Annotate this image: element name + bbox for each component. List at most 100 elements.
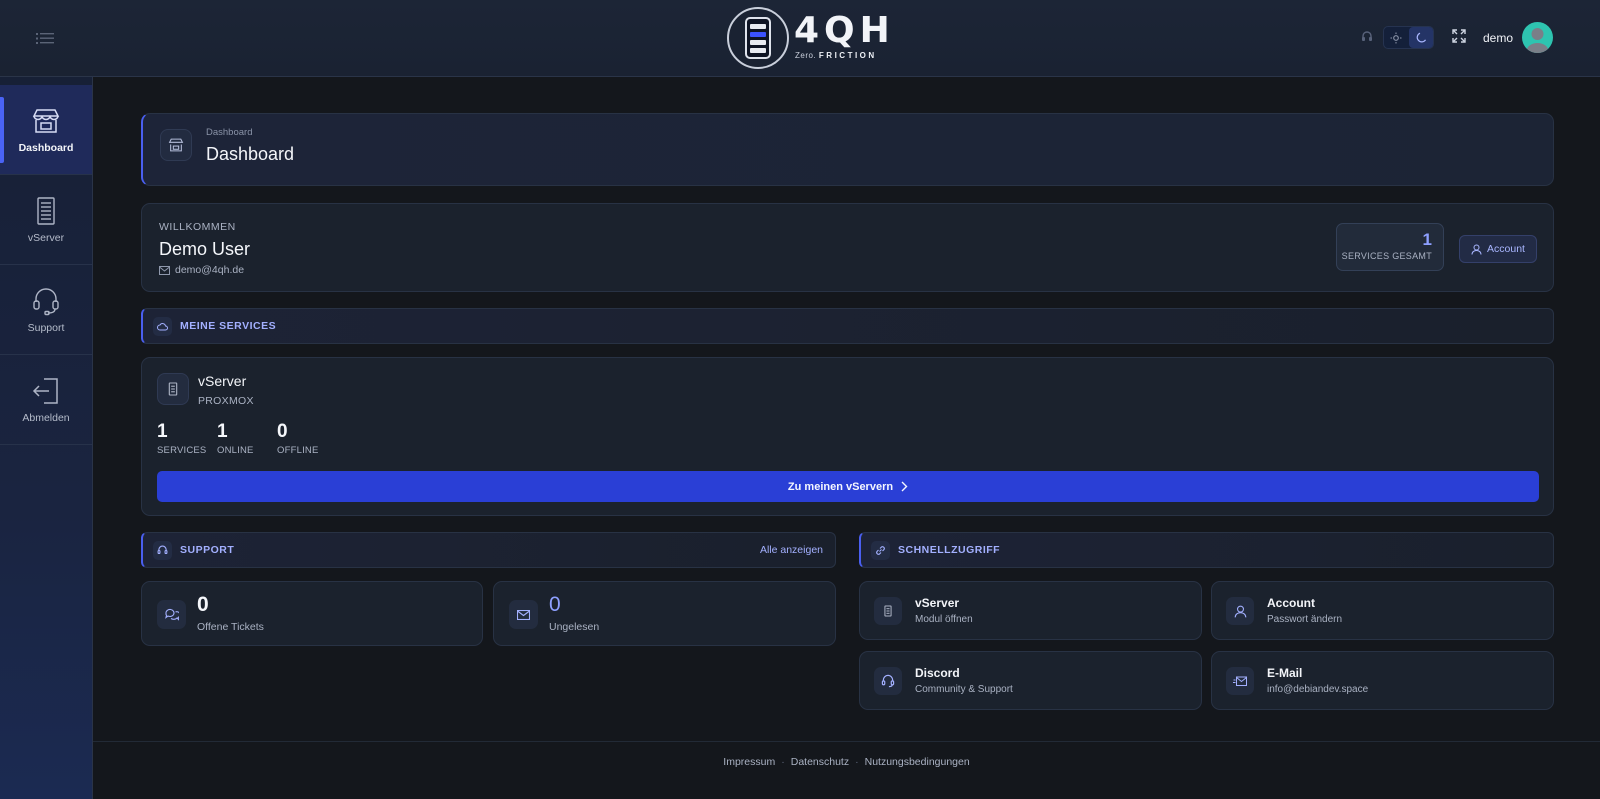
footer-separator: · [781, 756, 785, 768]
sidebar-item-support[interactable]: Support [0, 265, 92, 355]
page-title: Dashboard [206, 144, 295, 164]
footer-links: Impressum · Datenschutz · Nutzungsbedingunge… [93, 756, 1600, 768]
sidebar-item-dashboard[interactable]: Dashboard [0, 85, 92, 175]
user-icon [1471, 244, 1482, 255]
link-icon [871, 541, 890, 560]
section-title: SUPPORT [180, 544, 235, 556]
logout-icon [32, 377, 58, 404]
welcome-email-text: demo@4qh.de [175, 264, 245, 276]
stat-value: 0 [277, 421, 288, 442]
server-icon [37, 196, 55, 225]
welcome-card: WILLKOMMEN Demo User demo@4qh.de 1 SERVI… [141, 203, 1554, 292]
page-header-card: Dashboard Dashboard [141, 113, 1554, 186]
welcome-user-name: Demo User [159, 239, 251, 259]
unread-card[interactable]: 0 Ungelesen [493, 581, 836, 646]
breadcrumb[interactable]: Dashboard [206, 127, 252, 138]
section-title: SCHNELLZUGRIFF [898, 544, 1001, 556]
sidebar: Dashboard vServer Support Abmelden [0, 77, 93, 799]
headset-icon[interactable] [1360, 30, 1374, 44]
footer-link-nutzungsbedingungen[interactable]: Nutzungsbedingungen [865, 756, 970, 768]
open-vservers-button[interactable]: Zu meinen vServern [157, 471, 1539, 502]
quick-item-title: Account [1267, 596, 1315, 610]
vserver-subtitle: PROXMOX [198, 395, 254, 407]
brand-logo[interactable]: 4QH Zero. FRICTION [727, 7, 890, 69]
logo-tag-prefix: Zero. [795, 51, 817, 60]
footer-link-impressum[interactable]: Impressum [723, 756, 775, 768]
sidebar-item-logout[interactable]: Abmelden [0, 355, 92, 445]
account-button[interactable]: Account [1459, 235, 1537, 263]
footer-separator: · [855, 756, 859, 768]
unread-value: 0 [549, 593, 561, 616]
headset-icon [874, 667, 902, 695]
storefront-icon [32, 108, 60, 133]
fullscreen-icon[interactable] [1451, 28, 1467, 44]
unread-label: Ungelesen [549, 621, 600, 633]
open-tickets-card[interactable]: 0 Offene Tickets [141, 581, 483, 646]
quick-item-subtitle: info@debiandev.space [1267, 684, 1369, 695]
welcome-email: demo@4qh.de [159, 264, 244, 276]
dark-mode-moon-icon[interactable] [1408, 27, 1433, 48]
quick-item-discord[interactable]: Discord Community & Support [859, 651, 1202, 710]
quick-item-title: vServer [915, 596, 960, 610]
mail-icon [159, 265, 170, 275]
chevron-right-icon [901, 481, 908, 492]
open-tickets-label: Offene Tickets [197, 621, 264, 633]
light-mode-sun-icon[interactable] [1384, 27, 1409, 48]
quick-item-title: E-Mail [1267, 666, 1303, 680]
chat-bubbles-icon [157, 600, 186, 629]
avatar[interactable] [1522, 22, 1553, 53]
user-icon [1226, 597, 1254, 625]
storefront-icon [160, 129, 192, 161]
stat-value: 1 [217, 421, 228, 442]
stat-label: ONLINE [217, 445, 254, 456]
headset-icon [153, 541, 172, 560]
quick-item-subtitle: Passwort ändern [1267, 614, 1343, 625]
quick-item-subtitle: Modul öffnen [915, 614, 973, 625]
footer-link-datenschutz[interactable]: Datenschutz [791, 756, 849, 768]
services-total-value: 1 [1422, 230, 1432, 249]
sidebar-item-label: Abmelden [22, 411, 70, 424]
menu-toggle-icon[interactable] [34, 28, 58, 48]
stat-online: 1 ONLINE [217, 421, 254, 456]
stat-services: 1 SERVICES [157, 421, 206, 456]
sidebar-item-label: vServer [27, 231, 65, 244]
support-section-header: SUPPORT Alle anzeigen [141, 532, 836, 568]
stat-label: SERVICES [157, 445, 207, 456]
quick-item-account[interactable]: Account Passwort ändern [1211, 581, 1554, 640]
server-icon [874, 597, 902, 625]
open-vservers-label: Zu meinen vServern [787, 480, 894, 493]
account-button-label: Account [1487, 243, 1525, 255]
logo-server-icon [727, 7, 789, 69]
user-name[interactable]: demo [1483, 31, 1513, 45]
services-total-badge: 1 SERVICES GESAMT [1336, 223, 1444, 271]
quick-item-subtitle: Community & Support [915, 684, 1013, 695]
section-title: MEINE SERVICES [180, 320, 277, 332]
theme-toggle[interactable] [1383, 26, 1434, 49]
quick-item-vserver[interactable]: vServer Modul öffnen [859, 581, 1202, 640]
cloud-icon [153, 317, 172, 336]
logo-tag-word: FRICTION [818, 51, 877, 60]
top-bar: 4QH Zero. FRICTION demo [0, 0, 1600, 77]
sidebar-item-label: Dashboard [18, 141, 74, 154]
logo-wordmark: 4QH [794, 10, 895, 51]
logo-tagline: Zero. FRICTION [795, 51, 877, 60]
stat-value: 1 [157, 421, 168, 442]
quick-item-title: Discord [915, 666, 960, 680]
headset-icon [33, 287, 59, 315]
open-tickets-value: 0 [197, 593, 209, 616]
stat-offline: 0 OFFLINE [277, 421, 319, 456]
quick-item-email[interactable]: E-Mail info@debiandev.space [1211, 651, 1554, 710]
sidebar-item-label: Support [27, 321, 65, 334]
envelope-icon [509, 600, 538, 629]
quick-access-section-header: SCHNELLZUGRIFF [859, 532, 1554, 568]
stat-label: OFFLINE [277, 445, 319, 456]
mail-send-icon [1226, 667, 1254, 695]
footer: Impressum · Datenschutz · Nutzungsbedingunge… [93, 741, 1600, 799]
services-total-label: SERVICES GESAMT [1341, 251, 1432, 261]
vserver-service-card: vServer PROXMOX 1 SERVICES 1 ONLINE 0 OF… [141, 357, 1554, 516]
sidebar-item-vserver[interactable]: vServer [0, 175, 92, 265]
show-all-link[interactable]: Alle anzeigen [760, 544, 823, 556]
services-section-header: MEINE SERVICES [141, 308, 1554, 344]
server-icon [157, 373, 189, 405]
welcome-kicker: WILLKOMMEN [159, 221, 236, 233]
